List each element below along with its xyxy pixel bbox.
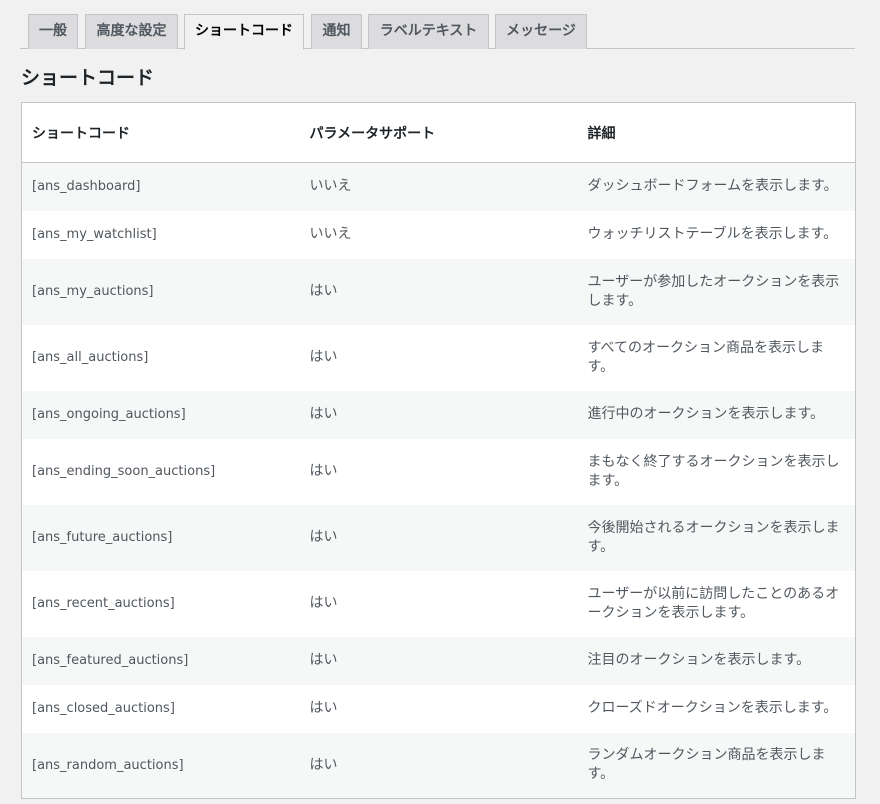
page-title: ショートコード: [21, 67, 155, 89]
description-cell: ウォッチリストテーブルを表示します。: [577, 210, 856, 259]
settings-tabs: 一般 高度な設定 ショートコード 通知 ラベルテキスト メッセージ: [20, 14, 855, 50]
shortcode-cell: [ans_future_auctions]: [21, 504, 300, 571]
tab-notifications[interactable]: 通知: [311, 14, 362, 49]
table-row: [ans_my_watchlist] いいえ ウォッチリストテーブルを表示します…: [21, 210, 856, 259]
table-row: [ans_my_auctions] はい ユーザーが参加したオークションを表示し…: [21, 258, 856, 325]
description-cell: ダッシュボードフォームを表示します。: [577, 162, 856, 211]
shortcode-cell: [ans_random_auctions]: [21, 732, 300, 799]
tab-label-text[interactable]: ラベルテキスト: [368, 14, 489, 49]
column-header-details: 詳細: [577, 102, 856, 163]
parameter-support-cell: いいえ: [299, 162, 578, 211]
description-cell: 今後開始されるオークションを表示します。: [577, 504, 856, 571]
description-cell: 注目のオークションを表示します。: [577, 636, 856, 685]
description-cell: クローズドオークションを表示します。: [577, 684, 856, 733]
shortcode-cell: [ans_closed_auctions]: [21, 684, 300, 733]
parameter-support-cell: はい: [299, 684, 578, 733]
table-row: [ans_recent_auctions] はい ユーザーが以前に訪問したことの…: [21, 570, 856, 637]
shortcode-cell: [ans_featured_auctions]: [21, 636, 300, 685]
description-cell: ランダムオークション商品を表示します。: [577, 732, 856, 799]
tab-messages[interactable]: メッセージ: [495, 14, 587, 49]
parameter-support-cell: はい: [299, 324, 578, 391]
description-cell: ユーザーが参加したオークションを表示します。: [577, 258, 856, 325]
tab-shortcodes[interactable]: ショートコード: [184, 14, 304, 50]
table-row: [ans_random_auctions] はい ランダムオークション商品を表示…: [21, 732, 856, 799]
shortcode-cell: [ans_ongoing_auctions]: [21, 390, 300, 439]
description-cell: すべてのオークション商品を表示します。: [577, 324, 856, 391]
parameter-support-cell: いいえ: [299, 210, 578, 259]
table-row: [ans_featured_auctions] はい 注目のオークションを表示し…: [21, 636, 856, 685]
shortcode-cell: [ans_my_auctions]: [21, 258, 300, 325]
description-cell: 進行中のオークションを表示します。: [577, 390, 856, 439]
table-row: [ans_dashboard] いいえ ダッシュボードフォームを表示します。: [21, 162, 856, 211]
table-row: [ans_all_auctions] はい すべてのオークション商品を表示します…: [21, 324, 856, 391]
tab-advanced-settings[interactable]: 高度な設定: [85, 14, 178, 49]
shortcode-table: ショートコード パラメータサポート 詳細 [ans_dashboard] いいえ…: [21, 102, 856, 799]
description-cell: まもなく終了するオークションを表示します。: [577, 438, 856, 505]
settings-page: 一般 高度な設定 ショートコード 通知 ラベルテキスト メッセージ ショートコー…: [0, 0, 880, 804]
parameter-support-cell: はい: [299, 570, 578, 637]
shortcode-cell: [ans_all_auctions]: [21, 324, 300, 391]
parameter-support-cell: はい: [299, 438, 578, 505]
parameter-support-cell: はい: [299, 504, 578, 571]
table-row: [ans_closed_auctions] はい クローズドオークションを表示し…: [21, 684, 856, 733]
description-cell: ユーザーが以前に訪問したことのあるオークションを表示します。: [577, 570, 856, 637]
table-row: [ans_future_auctions] はい 今後開始されるオークションを表…: [21, 504, 856, 571]
tab-general[interactable]: 一般: [28, 14, 78, 49]
shortcode-cell: [ans_recent_auctions]: [21, 570, 300, 637]
shortcode-cell: [ans_ending_soon_auctions]: [21, 438, 300, 505]
column-header-parameter-support: パラメータサポート: [299, 102, 578, 163]
parameter-support-cell: はい: [299, 258, 578, 325]
shortcode-cell: [ans_dashboard]: [21, 162, 300, 211]
shortcode-cell: [ans_my_watchlist]: [21, 210, 300, 259]
parameter-support-cell: はい: [299, 636, 578, 685]
parameter-support-cell: はい: [299, 732, 578, 799]
table-row: [ans_ongoing_auctions] はい 進行中のオークションを表示し…: [21, 390, 856, 439]
parameter-support-cell: はい: [299, 390, 578, 439]
table-row: [ans_ending_soon_auctions] はい まもなく終了するオー…: [21, 438, 856, 505]
table-header-row: ショートコード パラメータサポート 詳細: [21, 102, 856, 163]
column-header-shortcode: ショートコード: [21, 102, 300, 163]
